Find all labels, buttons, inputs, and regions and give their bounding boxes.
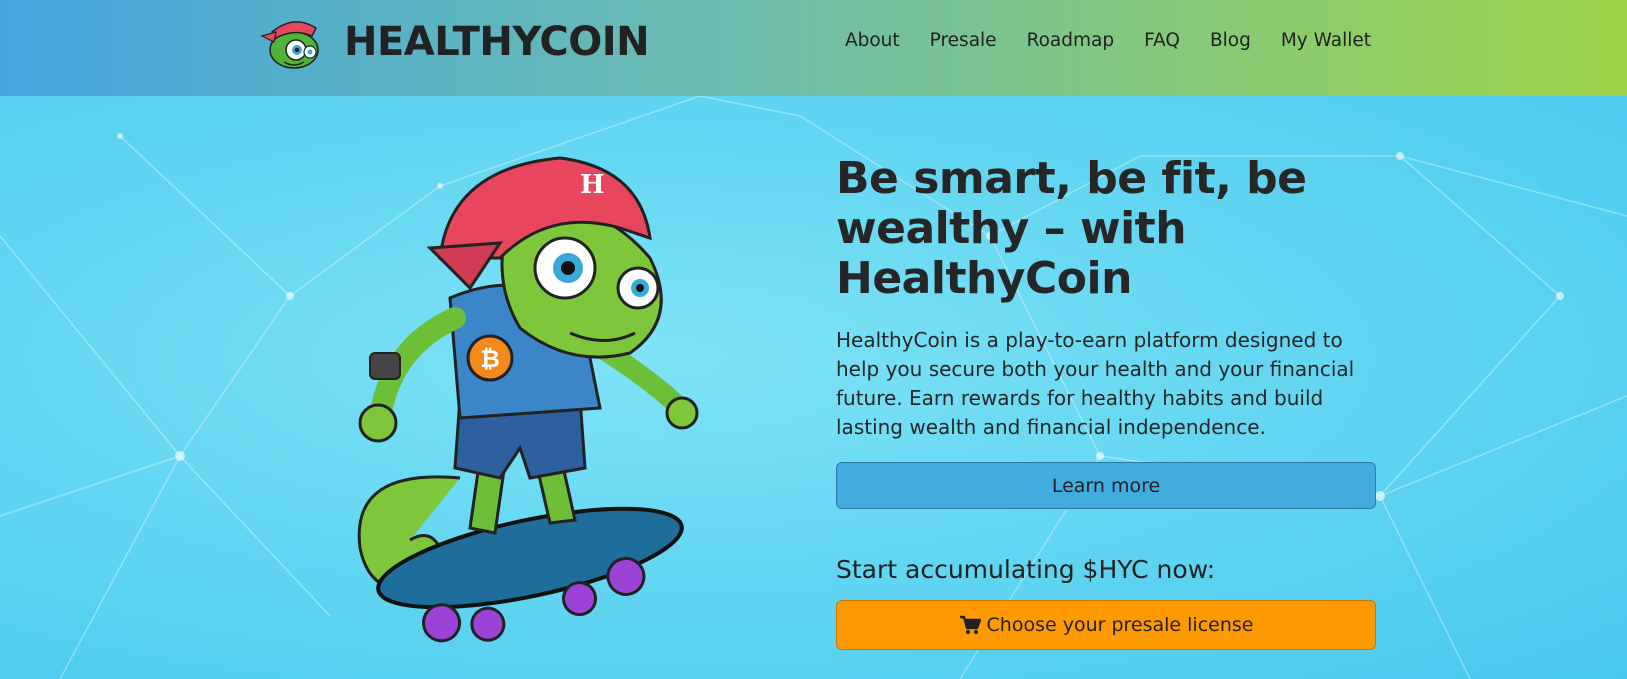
hero-section: ₿ H Be smart, be fit, be wealthy – with … [0,96,1627,679]
nav-link-presale[interactable]: Presale [930,28,997,54]
nav-link-about[interactable]: About [845,28,900,54]
hero-content: Be smart, be fit, be wealthy – with Heal… [836,154,1376,650]
cta-heading: Start accumulating $HYC now: [836,555,1216,584]
chameleon-mascot-icon [260,21,319,69]
hero-headline: Be smart, be fit, be wealthy – with Heal… [836,153,1307,304]
brand[interactable]: HEALTHYCOIN [258,14,650,70]
hero-description: HealthyCoin is a play-to-earn platform d… [836,328,1355,439]
network-background [0,96,1627,679]
top-navbar: HEALTHYCOIN About Presale Roadmap FAQ Bl… [0,0,1627,96]
main-nav: About Presale Roadmap FAQ Blog My Wallet [845,28,1371,54]
presale-license-button[interactable]: Choose your presale license [836,600,1376,650]
nav-link-my-wallet[interactable]: My Wallet [1281,28,1371,54]
shopping-cart-icon [959,615,981,634]
nav-link-faq[interactable]: FAQ [1144,28,1180,54]
learn-more-button[interactable]: Learn more [836,462,1376,509]
chameleon-skateboard-illustration: ₿ H [357,156,699,643]
presale-license-label: Choose your presale license [986,614,1254,636]
brand-name: HEALTHYCOIN [344,19,650,65]
nav-link-roadmap[interactable]: Roadmap [1027,28,1115,54]
svg-text:₿: ₿ [480,345,500,373]
nav-link-blog[interactable]: Blog [1210,28,1251,54]
svg-text:H: H [580,170,605,200]
